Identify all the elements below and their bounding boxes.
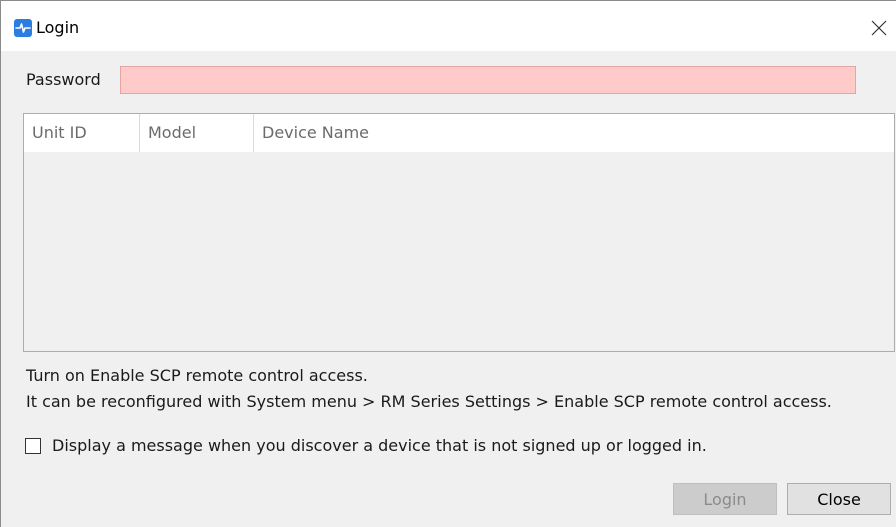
app-logo-icon (14, 19, 32, 37)
display-message-label[interactable]: Display a message when you discover a de… (52, 435, 707, 457)
window-title: Login (36, 18, 80, 37)
password-label: Password (26, 70, 101, 89)
title-bar: Login (1, 1, 896, 51)
close-icon[interactable] (863, 12, 895, 44)
column-header-model[interactable]: Model (140, 114, 254, 152)
column-header-unit-id[interactable]: Unit ID (24, 114, 140, 152)
password-input[interactable] (120, 66, 856, 94)
table-header: Unit ID Model Device Name (24, 114, 894, 152)
login-button[interactable]: Login (673, 483, 777, 515)
display-message-checkbox[interactable] (25, 438, 41, 454)
login-dialog: Login Password Unit ID Model Device Name… (0, 0, 896, 527)
info-text-line-1: Turn on Enable SCP remote control access… (26, 366, 368, 385)
info-text-line-2: It can be reconfigured with System menu … (26, 392, 832, 411)
column-header-device-name[interactable]: Device Name (254, 114, 894, 152)
close-button[interactable]: Close (787, 483, 891, 515)
device-table[interactable]: Unit ID Model Device Name (23, 113, 895, 352)
